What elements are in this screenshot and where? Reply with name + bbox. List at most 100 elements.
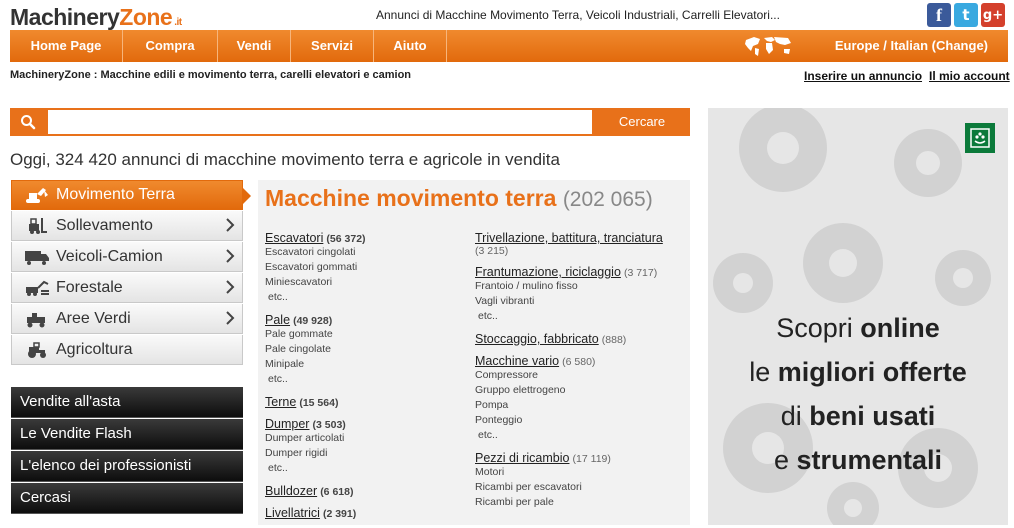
- subcategory-group: Terne (15 564): [265, 395, 465, 409]
- category-aree-verdi[interactable]: Aree Verdi: [11, 304, 243, 334]
- subcategory-item[interactable]: Escavatori cingolati: [265, 245, 465, 260]
- facebook-icon[interactable]: f: [927, 3, 951, 27]
- category-label: Agricoltura: [56, 340, 133, 358]
- subcategory-header: Frantumazione, riciclaggio (3 717): [475, 265, 687, 279]
- twitter-icon[interactable]: t: [954, 3, 978, 27]
- more-link[interactable]: etc..: [265, 290, 465, 305]
- nav-vendi[interactable]: Vendi: [218, 30, 290, 62]
- subcategory-group: Dumper (3 503) Dumper articolati Dumper ri…: [265, 417, 465, 476]
- subcategory-group: Livellatrici (2 391): [265, 506, 465, 520]
- category-forestale[interactable]: Forestale: [11, 273, 243, 303]
- category-veicoli-camion[interactable]: Veicoli-Camion: [11, 242, 243, 272]
- subcategory-count: (888): [601, 334, 627, 346]
- subcategory-group: Stoccaggio, fabbricato (888): [475, 332, 687, 346]
- search-button[interactable]: Cercare: [594, 108, 690, 136]
- bank-logo-icon: [965, 123, 995, 153]
- world-map-icon[interactable]: [742, 34, 794, 58]
- subcategory-item[interactable]: Frantoio / mulino fisso: [475, 279, 687, 294]
- subcategory-link[interactable]: Pale: [265, 313, 290, 327]
- subcategory-link[interactable]: Terne: [265, 395, 296, 409]
- subcategory-item[interactable]: Gruppo elettrogeno: [475, 383, 687, 398]
- ad-line4b: strumentali: [796, 445, 943, 475]
- logo-machinery: Machinery: [10, 4, 120, 30]
- google-plus-icon[interactable]: g+: [981, 3, 1005, 27]
- subcategory-item[interactable]: Escavatori gommati: [265, 260, 465, 275]
- category-movimento-terra[interactable]: Movimento Terra: [11, 180, 251, 210]
- subcategory-group: Bulldozer (6 618): [265, 484, 465, 498]
- menu-vendite-flash[interactable]: Le Vendite Flash: [11, 419, 243, 450]
- nav-home[interactable]: Home Page: [10, 30, 122, 62]
- main-nav: Home Page Compra Vendi Servizi Aiuto Eur…: [10, 30, 1008, 62]
- nav-aiuto[interactable]: Aiuto: [374, 30, 446, 62]
- ad-line1b: online: [860, 313, 940, 343]
- subcategory-item[interactable]: Motori: [475, 465, 687, 480]
- category-label: Movimento Terra: [56, 186, 175, 203]
- subcategory-item[interactable]: Dumper articolati: [265, 431, 465, 446]
- subcategory-item[interactable]: Minipale: [265, 357, 465, 372]
- category-panel: Macchine movimento terra (202 065) Escav…: [258, 180, 690, 525]
- subcategory-item[interactable]: Pale gommate: [265, 327, 465, 342]
- ad-line4a: e: [773, 445, 797, 475]
- forklift-icon: [24, 217, 50, 235]
- subcategory-link[interactable]: Livellatrici: [265, 506, 320, 520]
- site-logo[interactable]: MachineryZone .it: [10, 4, 182, 31]
- subcategory-header: Pale (49 928): [265, 313, 465, 327]
- subcategory-header: Dumper (3 503): [265, 417, 465, 431]
- category-agricoltura[interactable]: Agricoltura: [11, 335, 243, 365]
- more-link[interactable]: etc..: [265, 461, 465, 476]
- site-tagline: Annunci di Macchine Movimento Terra, Vei…: [376, 8, 780, 22]
- breadcrumb: MachineryZone : Macchine edili e movimen…: [10, 69, 412, 81]
- subcategory-count: (3 503): [312, 419, 346, 431]
- subcategory-item[interactable]: Pale cingolate: [265, 342, 465, 357]
- chevron-right-icon: [226, 311, 235, 325]
- advertisement-banner[interactable]: Scopri online le migliori offerte di ben…: [708, 108, 1008, 525]
- panel-title: Macchine movimento terra (202 065): [265, 185, 653, 212]
- ad-line3a: di: [780, 401, 810, 431]
- more-link[interactable]: etc..: [265, 372, 465, 387]
- subcategory-link[interactable]: Dumper: [265, 417, 309, 431]
- subcategory-item[interactable]: Dumper rigidi: [265, 446, 465, 461]
- subcategory-link[interactable]: Bulldozer: [265, 484, 317, 498]
- subcategory-header: Trivellazione, battitura, tranciatura (3…: [475, 231, 687, 257]
- insert-ad-link[interactable]: Inserire un annuncio: [804, 69, 922, 83]
- subcategory-header: Macchine vario (6 580): [475, 354, 687, 368]
- nav-compra[interactable]: Compra: [123, 30, 217, 62]
- subcategory-group: Frantumazione, riciclaggio (3 717) Franto…: [475, 265, 687, 324]
- subcategory-link[interactable]: Frantumazione, riciclaggio: [475, 265, 621, 279]
- subcategory-group: Pezzi di ricambio (17 119) Motori Ricambi …: [475, 451, 687, 510]
- category-label: Sollevamento: [56, 216, 153, 234]
- subcategory-item[interactable]: Pompa: [475, 398, 687, 413]
- more-link[interactable]: etc..: [475, 309, 687, 324]
- menu-vendite-asta[interactable]: Vendite all'asta: [11, 387, 243, 418]
- subcategory-item[interactable]: Compressore: [475, 368, 687, 383]
- subcategory-link[interactable]: Stoccaggio, fabbricato: [475, 332, 599, 346]
- category-sollevamento[interactable]: Sollevamento: [11, 211, 243, 241]
- my-account-link[interactable]: Il mio account: [929, 69, 1010, 83]
- subcategory-item[interactable]: Vagli vibranti: [475, 294, 687, 309]
- subcategory-column-right: Trivellazione, battitura, tranciatura (3…: [475, 231, 687, 518]
- more-link[interactable]: etc..: [475, 428, 687, 443]
- subcategory-link[interactable]: Escavatori: [265, 231, 323, 245]
- subcategory-link[interactable]: Trivellazione, battitura, tranciatura: [475, 231, 663, 245]
- subcategory-item[interactable]: Ricambi per escavatori: [475, 480, 687, 495]
- subcategory-header: Terne (15 564): [265, 395, 465, 409]
- truck-icon: [24, 248, 50, 266]
- subcategory-header: Escavatori (56 372): [265, 231, 465, 245]
- search-icon[interactable]: [10, 108, 46, 136]
- subcategory-item[interactable]: Ponteggio: [475, 413, 687, 428]
- chevron-right-icon: [226, 249, 235, 263]
- nav-servizi[interactable]: Servizi: [291, 30, 373, 62]
- menu-cercasi[interactable]: Cercasi: [11, 483, 243, 514]
- subcategory-count: (3 717): [623, 267, 658, 279]
- subcategory-link[interactable]: Macchine vario: [475, 354, 559, 368]
- subcategory-link[interactable]: Pezzi di ricambio: [475, 451, 569, 465]
- subcategory-item[interactable]: Ricambi per pale: [475, 495, 687, 510]
- excavator-icon: [24, 186, 50, 204]
- subcategory-count: (15 564): [299, 397, 339, 409]
- subcategory-group: Pale (49 928) Pale gommate Pale cingolate M…: [265, 313, 465, 387]
- listings-headline: Oggi, 324 420 annunci di macchine movime…: [10, 150, 560, 169]
- menu-elenco-professionisti[interactable]: L'elenco dei professionisti: [11, 451, 243, 482]
- region-selector[interactable]: Europe / Italian (Change): [835, 30, 988, 62]
- subcategory-item[interactable]: Miniescavatori: [265, 275, 465, 290]
- search-input[interactable]: [48, 110, 592, 134]
